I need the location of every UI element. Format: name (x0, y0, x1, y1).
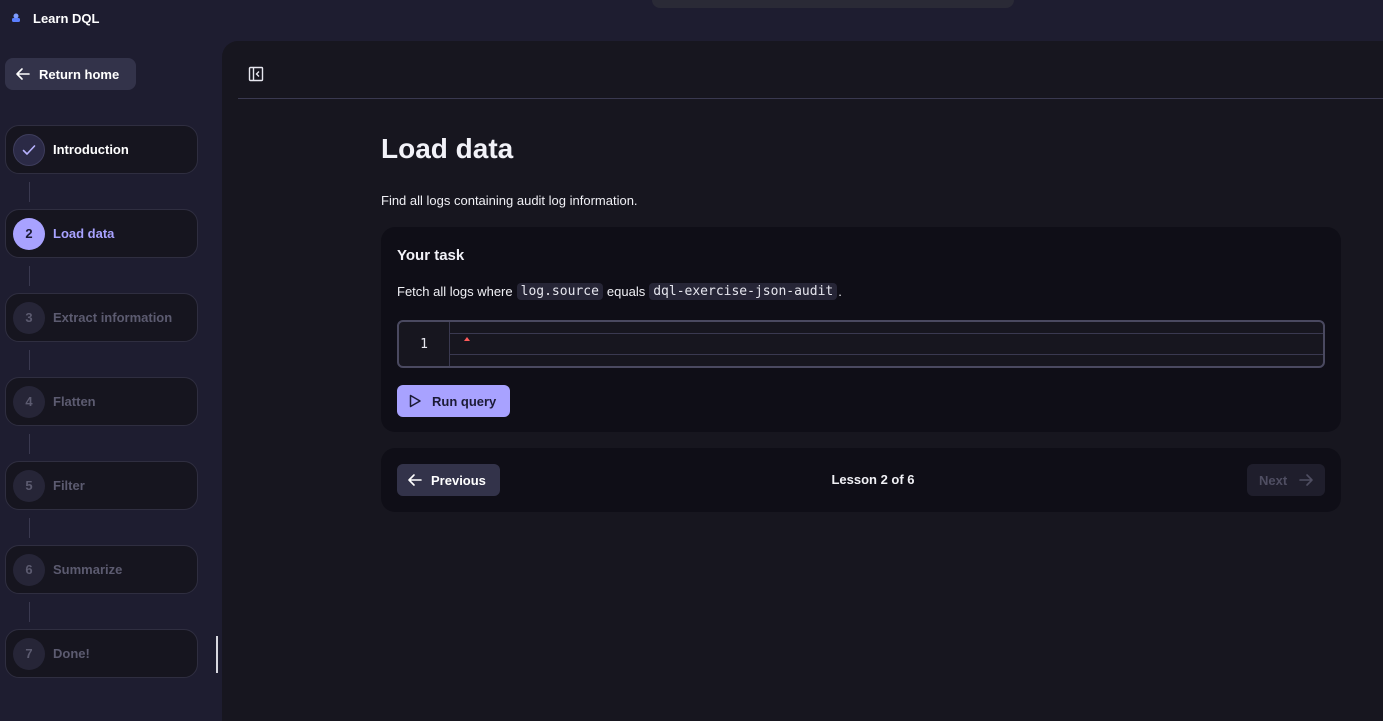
step-introduction[interactable]: Introduction (5, 125, 198, 174)
line-number: 1 (399, 322, 450, 366)
step-extract-information[interactable]: 3 Extract information (5, 293, 198, 342)
next-label: Next (1259, 472, 1288, 488)
task-code-field: log.source (516, 283, 603, 300)
sidebar: Return home Introduction 2 Load data 3 E… (0, 36, 222, 721)
step-label: Extract information (53, 310, 173, 325)
step-label: Introduction (53, 142, 129, 157)
top-notch (652, 0, 1014, 8)
task-instruction: Fetch all logs where log.source equals d… (397, 283, 842, 300)
lesson-title: Load data (381, 133, 514, 164)
task-card: Your task Fetch all logs where log.sourc… (381, 227, 1341, 432)
arrow-left-icon (16, 68, 30, 80)
run-query-label: Run query (432, 393, 497, 409)
step-label: Load data (53, 226, 115, 241)
next-button[interactable]: Next (1247, 464, 1325, 496)
return-home-label: Return home (39, 66, 120, 82)
task-text-after: . (838, 284, 842, 299)
step-number: 6 (13, 553, 45, 586)
check-icon (22, 144, 36, 155)
task-heading: Your task (397, 247, 465, 264)
step-connector (29, 266, 30, 286)
step-connector (29, 434, 30, 454)
step-filter[interactable]: 5 Filter (5, 461, 198, 510)
query-editor[interactable]: 1 (397, 320, 1325, 368)
step-number: 4 (13, 385, 45, 418)
step-connector (29, 518, 30, 538)
return-home-button[interactable]: Return home (5, 58, 136, 90)
task-text-middle: equals (606, 284, 646, 299)
step-label: Summarize (53, 562, 123, 577)
step-number: 2 (13, 217, 45, 250)
step-number: 3 (13, 301, 45, 334)
step-number: 5 (13, 469, 45, 502)
step-flatten[interactable]: 4 Flatten (5, 377, 198, 426)
dql-logo-icon (12, 13, 20, 22)
app-title: Learn DQL (33, 10, 100, 26)
error-marker-icon (464, 337, 470, 341)
header-divider (238, 98, 1383, 99)
step-label: Filter (53, 478, 85, 493)
sidebar-collapse-icon[interactable] (248, 66, 264, 82)
task-code-value: dql-exercise-json-audit (649, 283, 838, 300)
sidebar-scrollbar[interactable] (216, 636, 218, 673)
run-query-button[interactable]: Run query (397, 385, 510, 417)
step-number: 7 (13, 637, 45, 670)
lesson-counter: Lesson 2 of 6 (831, 472, 915, 487)
step-summarize[interactable]: 6 Summarize (5, 545, 198, 594)
step-check-circle (13, 133, 45, 166)
play-icon (409, 394, 421, 408)
arrow-right-icon (1299, 474, 1313, 486)
step-done[interactable]: 7 Done! (5, 629, 198, 678)
editor-overlay (450, 322, 1323, 366)
lesson-description: Find all logs containing audit log infor… (381, 193, 638, 208)
main-panel: Load data Find all logs containing audit… (222, 41, 1383, 721)
step-connector (29, 602, 30, 622)
step-label: Flatten (53, 394, 96, 409)
task-text-before: Fetch all logs where (397, 284, 513, 299)
step-label: Done! (53, 646, 90, 661)
step-connector (29, 350, 30, 370)
lesson-navigation: Previous Lesson 2 of 6 Next (381, 448, 1341, 512)
step-load-data[interactable]: 2 Load data (5, 209, 198, 258)
step-connector (29, 182, 30, 202)
